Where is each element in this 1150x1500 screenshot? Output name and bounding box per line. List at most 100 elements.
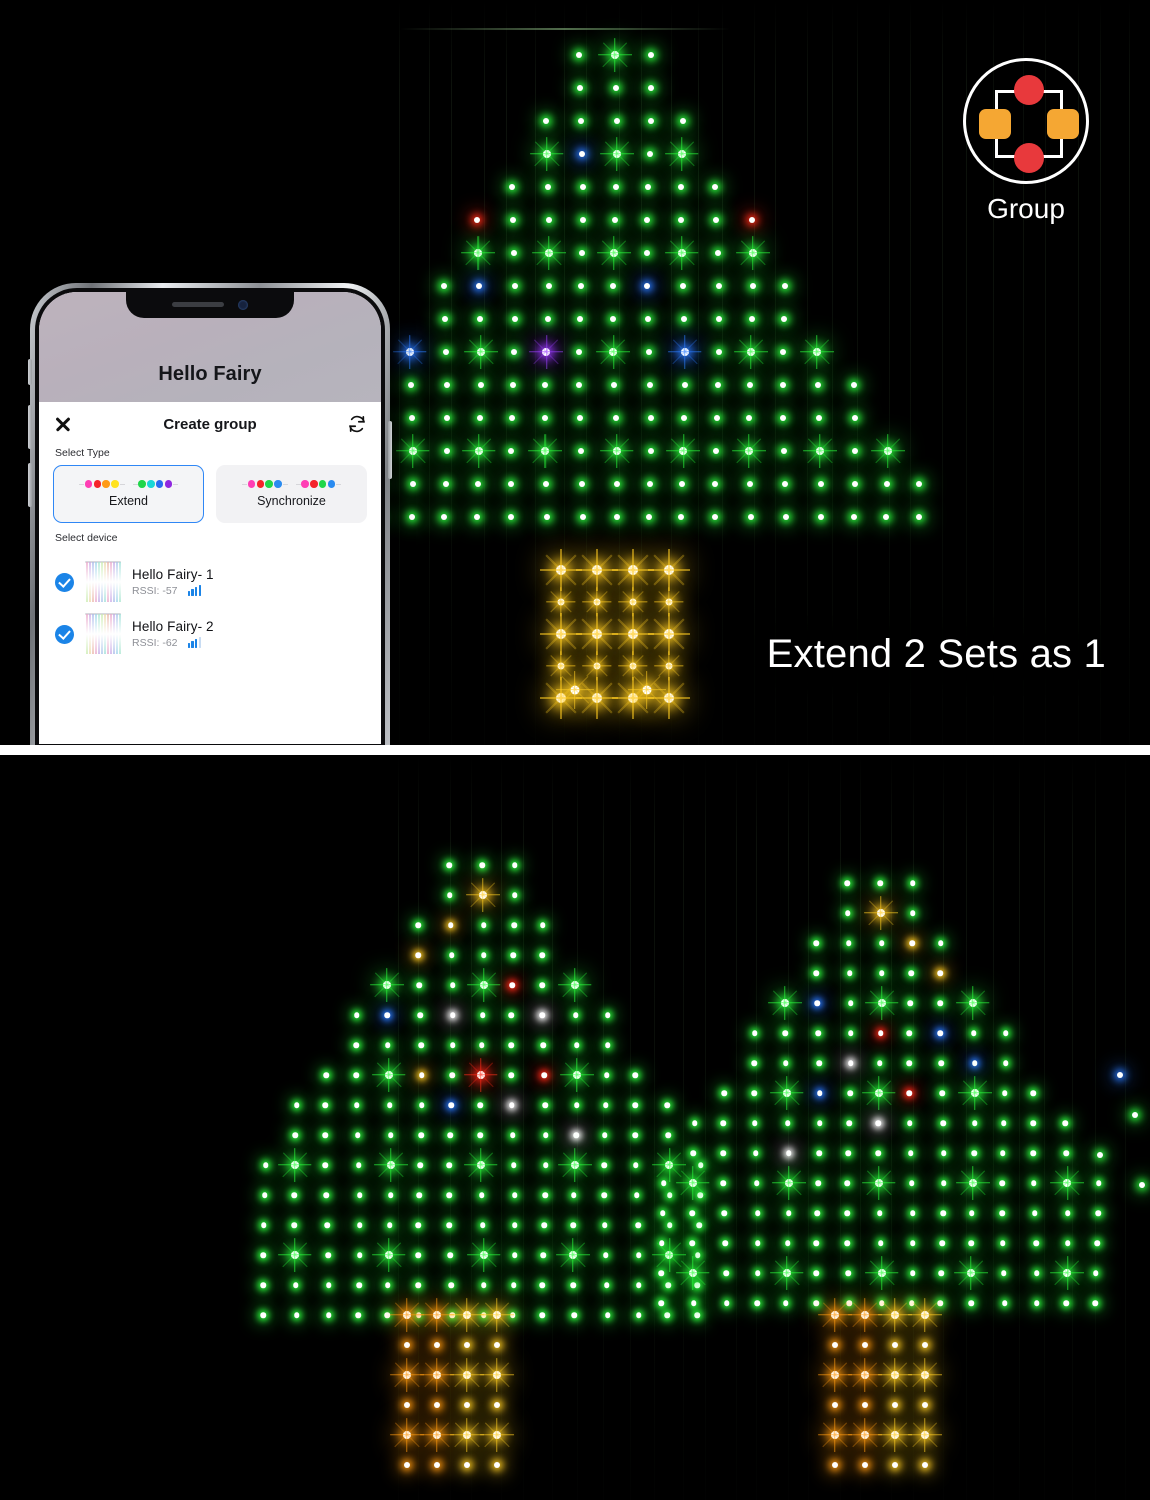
led-light <box>494 1462 500 1468</box>
type-option-synchronize[interactable]: Synchronize <box>216 465 367 523</box>
phone-power-button[interactable] <box>388 421 392 479</box>
led-light <box>714 250 721 256</box>
led-light <box>511 1162 517 1168</box>
led-light <box>679 481 686 487</box>
led-light <box>939 1240 946 1246</box>
led-light <box>999 1150 1006 1156</box>
led-light <box>846 970 853 976</box>
led-light <box>720 1120 727 1126</box>
dot-wire <box>282 483 288 485</box>
dot-wire <box>79 483 84 485</box>
led-light <box>613 514 620 520</box>
device-checkbox[interactable] <box>55 572 74 592</box>
led-light <box>409 415 416 421</box>
dot-group <box>132 480 178 488</box>
phone-volume-up[interactable] <box>28 405 32 449</box>
led-light <box>1132 1112 1138 1118</box>
led-light <box>540 1042 546 1048</box>
device-info: Hello Fairy- 2 RSSI: -62 <box>132 619 214 649</box>
led-light <box>544 514 551 520</box>
led-light <box>447 1132 453 1138</box>
led-light <box>387 1102 393 1108</box>
led-light <box>404 1402 410 1408</box>
phone-volume-down[interactable] <box>28 463 32 507</box>
led-light <box>570 981 579 989</box>
led-light <box>755 1270 761 1276</box>
led-light <box>540 1252 547 1258</box>
type-option-extend[interactable]: Extend <box>53 465 204 523</box>
led-light <box>916 481 923 487</box>
led-light <box>508 448 515 454</box>
led-light <box>1092 1300 1098 1306</box>
phone-mute-switch[interactable] <box>28 359 32 385</box>
led-light <box>832 1342 838 1348</box>
led-light <box>679 283 686 289</box>
led-light <box>443 415 450 421</box>
led-light <box>477 316 484 322</box>
phone-bezel: Hello Fairy Create group Select Type Exten… <box>35 288 385 745</box>
led-light <box>882 514 889 520</box>
led-light <box>593 598 601 606</box>
device-list-item[interactable]: Hello Fairy- 1 RSSI: -57 <box>53 556 367 608</box>
led-light <box>1065 1210 1071 1216</box>
device-list-item[interactable]: Hello Fairy- 2 RSSI: -62 <box>53 608 367 660</box>
led-light <box>745 447 754 455</box>
color-dot <box>310 480 318 488</box>
led-light <box>875 1120 881 1126</box>
led-light <box>658 1270 664 1276</box>
color-dot <box>84 480 93 488</box>
led-light <box>446 862 452 868</box>
led-light <box>415 1282 421 1288</box>
led-light <box>512 1192 518 1198</box>
led-light <box>751 1030 758 1036</box>
led-light <box>408 382 414 388</box>
led-light <box>1000 1120 1007 1126</box>
led-light <box>508 1012 515 1018</box>
device-checkbox[interactable] <box>55 624 74 644</box>
group-badge[interactable]: Group <box>962 58 1090 225</box>
led-light <box>446 1222 453 1228</box>
led-wire-strand <box>697 0 699 745</box>
led-light <box>545 217 552 223</box>
led-light <box>909 1270 916 1276</box>
led-light <box>386 1161 395 1169</box>
led-light <box>476 348 485 356</box>
led-light <box>511 250 518 256</box>
led-light <box>592 693 602 703</box>
led-light <box>291 1222 297 1228</box>
led-light <box>892 1342 898 1348</box>
led-light <box>780 349 787 355</box>
led-light <box>415 952 422 958</box>
type-option-label: Extend <box>109 493 148 508</box>
led-light <box>479 981 488 989</box>
led-light <box>753 1180 760 1186</box>
led-light <box>403 1371 411 1379</box>
led-light <box>405 348 414 356</box>
led-light <box>754 1300 760 1306</box>
led-light <box>909 1300 915 1306</box>
led-light <box>907 1120 913 1126</box>
led-light <box>844 1240 851 1246</box>
led-light <box>749 217 756 223</box>
led-light <box>510 952 517 958</box>
led-light <box>848 1030 854 1036</box>
color-dot <box>164 480 173 488</box>
led-light <box>474 249 483 257</box>
led-light <box>613 85 620 91</box>
led-light <box>415 1222 422 1228</box>
led-wire-strand <box>576 755 578 1500</box>
led-light <box>604 1312 611 1318</box>
led-light <box>874 1179 883 1187</box>
led-light <box>712 184 719 190</box>
led-light <box>783 514 790 520</box>
phone-mockup-extend: Hello Fairy Create group Select Type Exten… <box>28 283 392 745</box>
led-light <box>647 448 654 454</box>
led-light <box>972 1120 978 1126</box>
led-light <box>664 693 674 703</box>
led-light <box>909 1180 915 1186</box>
led-light <box>1139 1182 1145 1188</box>
led-light <box>817 481 824 487</box>
led-light <box>632 1102 638 1108</box>
led-wire-strand <box>397 755 399 1500</box>
led-light <box>689 1240 695 1246</box>
